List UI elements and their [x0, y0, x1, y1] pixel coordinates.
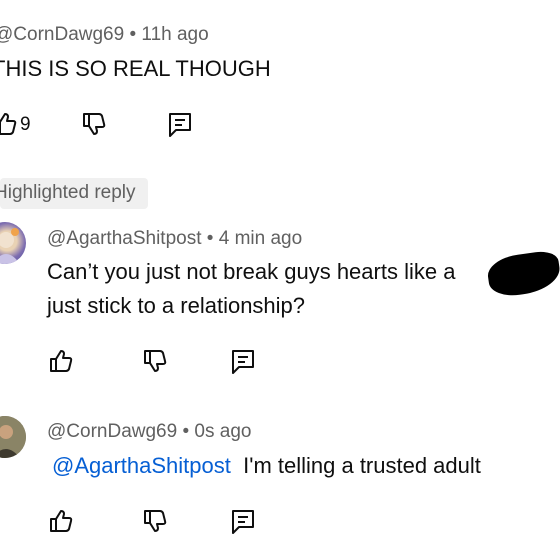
- avatar[interactable]: [0, 416, 26, 458]
- comment-icon[interactable]: [229, 347, 257, 375]
- comment-text: THIS IS SO REAL THOUGH: [0, 56, 271, 81]
- avatar[interactable]: [0, 222, 26, 264]
- reply-text-content: I'm telling a trusted adult: [243, 453, 481, 478]
- reply-text-line-2: just stick to a relationship?: [47, 293, 306, 318]
- reply-author[interactable]: @CornDawg69: [47, 421, 177, 442]
- redaction-scribble: [485, 249, 560, 299]
- reply-text: @AgarthaShitpost I'm telling a trusted a…: [52, 449, 481, 483]
- thumbs-up-icon[interactable]: [47, 507, 75, 535]
- meta-separator: •: [182, 421, 190, 442]
- reply-time: 0s ago: [194, 421, 252, 442]
- thumbs-up-icon[interactable]: [0, 110, 19, 138]
- mention-link[interactable]: @AgarthaShitpost: [52, 453, 231, 478]
- reply-meta: @CornDawg69 • 0s ago: [47, 421, 251, 443]
- comment-author[interactable]: @CornDawg69: [0, 24, 124, 45]
- highlighted-reply-badge: Highlighted reply: [0, 178, 148, 209]
- thumbs-up-icon[interactable]: [47, 347, 75, 375]
- reply-author[interactable]: @AgarthaShitpost: [47, 228, 202, 249]
- thumbs-down-icon[interactable]: [80, 110, 108, 138]
- comment-time: 11h ago: [141, 24, 209, 45]
- reply-time: 4 min ago: [218, 228, 303, 249]
- thumbs-down-icon[interactable]: [141, 347, 169, 375]
- reply-text-line-1: Can’t you just not break guys hearts lik…: [47, 259, 456, 284]
- meta-separator: •: [129, 24, 137, 45]
- comment-icon[interactable]: [166, 110, 194, 138]
- avatar-image: [0, 228, 20, 264]
- highlighted-reply-label: Highlighted reply: [0, 182, 136, 203]
- avatar-image: [0, 416, 26, 458]
- reply-meta: @AgarthaShitpost • 4 min ago: [47, 228, 302, 250]
- thumbs-down-icon[interactable]: [141, 507, 169, 535]
- comment-meta: @CornDawg69 • 11h ago: [0, 24, 209, 46]
- meta-separator: •: [206, 228, 214, 249]
- comment-icon[interactable]: [229, 507, 257, 535]
- like-count: 9: [20, 114, 31, 135]
